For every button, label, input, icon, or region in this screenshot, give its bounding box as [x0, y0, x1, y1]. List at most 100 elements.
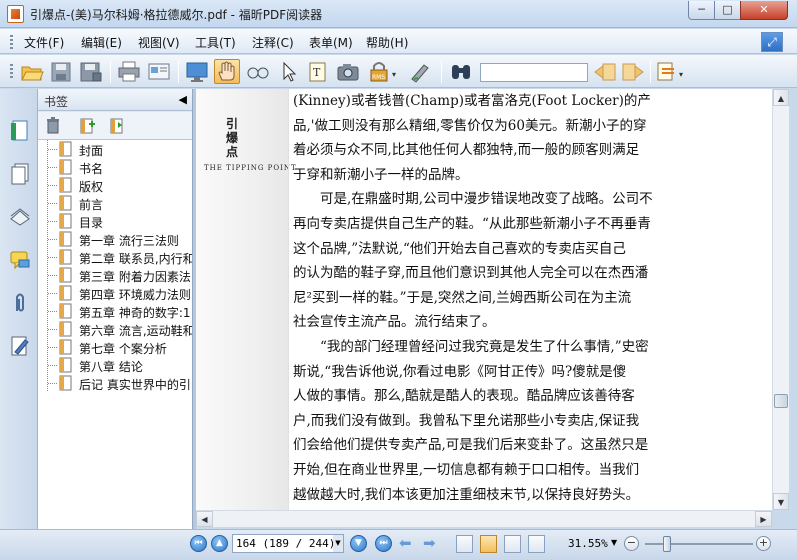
text-line: 人做的事情。那么,酷就是酷人的表现。酷品牌应该善待客	[293, 388, 635, 405]
bookmark-item[interactable]: 封面	[38, 140, 192, 158]
attachments-paperclip-icon[interactable]	[9, 291, 31, 313]
scroll-right-button[interactable]: ▶	[755, 511, 772, 527]
bookmark-item[interactable]: 第六章 流言,运动鞋和	[38, 320, 192, 338]
bookmark-item[interactable]: 第八章 结论	[38, 356, 192, 374]
bookmarks-toolbar	[38, 112, 192, 140]
snapshot-camera-icon[interactable]	[335, 59, 361, 84]
scroll-up-button[interactable]: ▲	[773, 89, 789, 106]
menu-comment[interactable]: 注释(C)	[252, 34, 294, 51]
pages-tab-icon[interactable]	[9, 162, 31, 185]
continuous-view-icon[interactable]	[480, 535, 497, 553]
horizontal-scrollbar[interactable]: ◀ ▶	[196, 510, 772, 527]
svg-text:▾: ▾	[392, 70, 396, 79]
zoom-in-button[interactable]: +	[756, 536, 771, 551]
search-input[interactable]	[480, 63, 588, 82]
save-disk-icon[interactable]	[48, 59, 74, 84]
zoom-slider-track[interactable]	[645, 543, 753, 545]
text-line: 可是,在鼎盛时期,公司中漫步错误地改变了战略。公司不	[293, 191, 653, 208]
minimize-button[interactable]: ─	[688, 1, 715, 20]
navigation-panel: 书签 ◀ 封面 书名 版权 前言 目录 第一章 流行三法则 第二章 联系员,内行和 第三章 附…	[0, 89, 196, 529]
bookmark-item[interactable]: 第二章 联系员,内行和	[38, 248, 192, 266]
page-dropdown-icon[interactable]: ▼	[333, 535, 343, 552]
go-forward-arrow-icon[interactable]: ➡	[423, 535, 436, 552]
signatures-tab-icon[interactable]	[9, 334, 31, 356]
bookmarks-header: 书签 ◀	[38, 89, 192, 111]
previous-page-button[interactable]: ▲	[211, 535, 228, 552]
delete-bookmark-trash-icon[interactable]	[45, 117, 61, 134]
find-next-icon[interactable]	[620, 59, 646, 84]
find-previous-icon[interactable]	[592, 59, 618, 84]
highlight-text-icon[interactable]: ▾	[654, 59, 683, 84]
sign-pen-icon[interactable]	[408, 59, 434, 84]
zoom-out-button[interactable]: −	[624, 536, 639, 551]
scroll-down-button[interactable]: ▼	[773, 493, 789, 510]
maximize-button[interactable]: □	[714, 1, 741, 20]
add-bookmark-icon[interactable]	[79, 117, 95, 134]
text-select-icon[interactable]: T	[305, 59, 331, 84]
print-icon[interactable]	[116, 59, 142, 84]
bookmark-item[interactable]: 书名	[38, 158, 192, 176]
zoom-glasses-icon[interactable]	[245, 59, 271, 84]
next-page-button[interactable]: ▼	[350, 535, 367, 552]
save-as-icon[interactable]	[78, 59, 104, 84]
window-title: 引爆点-(美)马尔科姆·格拉德威尔.pdf - 福昕PDF阅读器	[30, 8, 323, 22]
comments-tab-icon[interactable]	[9, 248, 31, 270]
facing-view-icon[interactable]	[504, 535, 521, 553]
menu-tools[interactable]: 工具(T)	[195, 34, 236, 51]
bookmark-item[interactable]: 第五章 神奇的数字:1	[38, 302, 192, 320]
expand-icon[interactable]: ⤢	[761, 32, 783, 52]
hand-tool-icon[interactable]	[214, 59, 240, 84]
bookmark-item[interactable]: 第一章 流行三法则	[38, 230, 192, 248]
bookmark-label: 第四章 环境威力法则	[79, 288, 191, 302]
bookmark-item[interactable]: 后记 真实世界中的引	[38, 374, 192, 392]
bookmark-label: 第五章 神奇的数字:1	[79, 306, 191, 320]
page-number-input[interactable]: 164 (189 / 244)	[232, 534, 344, 553]
menu-help[interactable]: 帮助(H)	[366, 34, 408, 51]
continuous-facing-view-icon[interactable]	[528, 535, 545, 553]
main-toolbar: T RMS ▾ ▾	[0, 55, 797, 88]
page-text: (Kinney)或者钱普(Champ)或者富洛克(Foot Locker)的产品…	[293, 89, 769, 507]
bookmarks-tab-icon[interactable]	[9, 119, 31, 141]
find-binoculars-icon[interactable]	[448, 59, 474, 84]
zoom-slider-thumb[interactable]	[662, 536, 671, 552]
text-line: 户,而我们没有做到。我曾私下里允诺那些小专卖店,保证我	[293, 412, 640, 429]
menu-grip-handle[interactable]	[10, 35, 13, 49]
menu-edit[interactable]: 编辑(E)	[81, 34, 122, 51]
open-folder-icon[interactable]	[19, 59, 45, 84]
fullscreen-monitor-icon[interactable]	[184, 59, 210, 84]
zoom-dropdown-icon[interactable]: ▼	[611, 538, 617, 547]
menu-form[interactable]: 表单(M)	[309, 34, 353, 51]
menu-view[interactable]: 视图(V)	[138, 34, 180, 51]
go-back-arrow-icon[interactable]: ⬅	[399, 535, 412, 552]
bookmark-label: 封面	[79, 144, 104, 158]
menu-file[interactable]: 文件(F)	[24, 34, 64, 51]
single-page-view-icon[interactable]	[456, 535, 473, 553]
bookmark-item[interactable]: 第三章 附着力因素法	[38, 266, 192, 284]
rms-security-icon[interactable]: RMS ▾	[366, 59, 396, 84]
scroll-thumb[interactable]	[774, 394, 788, 408]
text-line: (Kinney)或者钱普(Champ)或者富洛克(Foot Locker)的产	[293, 93, 651, 109]
bookmark-item[interactable]: 第四章 环境威力法则	[38, 284, 192, 302]
tree-branch	[48, 203, 58, 204]
select-arrow-icon[interactable]	[275, 59, 301, 84]
scroll-left-button[interactable]: ◀	[196, 511, 213, 527]
bookmark-item[interactable]: 第七章 个案分析	[38, 338, 192, 356]
properties-icon[interactable]	[146, 59, 172, 84]
svg-text:T: T	[313, 66, 321, 79]
close-button[interactable]: ✕	[740, 1, 788, 20]
first-page-button[interactable]: ⏮	[190, 535, 207, 552]
add-child-bookmark-icon[interactable]	[109, 117, 125, 134]
collapse-panel-icon[interactable]: ◀	[179, 93, 187, 106]
zoom-level[interactable]: 31.55%	[568, 537, 608, 550]
vertical-scrollbar[interactable]: ▲ ▼	[772, 89, 789, 510]
tree-branch	[48, 347, 58, 348]
document-view[interactable]: 引爆点 THE TIPPING POINT (Kinney)或者钱普(Champ…	[196, 89, 772, 510]
last-page-button[interactable]: ⏭	[375, 535, 392, 552]
running-header-subtitle: THE TIPPING POINT	[204, 164, 297, 172]
bookmark-item[interactable]: 版权	[38, 176, 192, 194]
layers-tab-icon[interactable]	[9, 205, 31, 227]
toolbar-grip-handle[interactable]	[10, 64, 13, 80]
bookmark-item[interactable]: 目录	[38, 212, 192, 230]
foxit-app-icon[interactable]	[7, 5, 24, 23]
bookmark-item[interactable]: 前言	[38, 194, 192, 212]
